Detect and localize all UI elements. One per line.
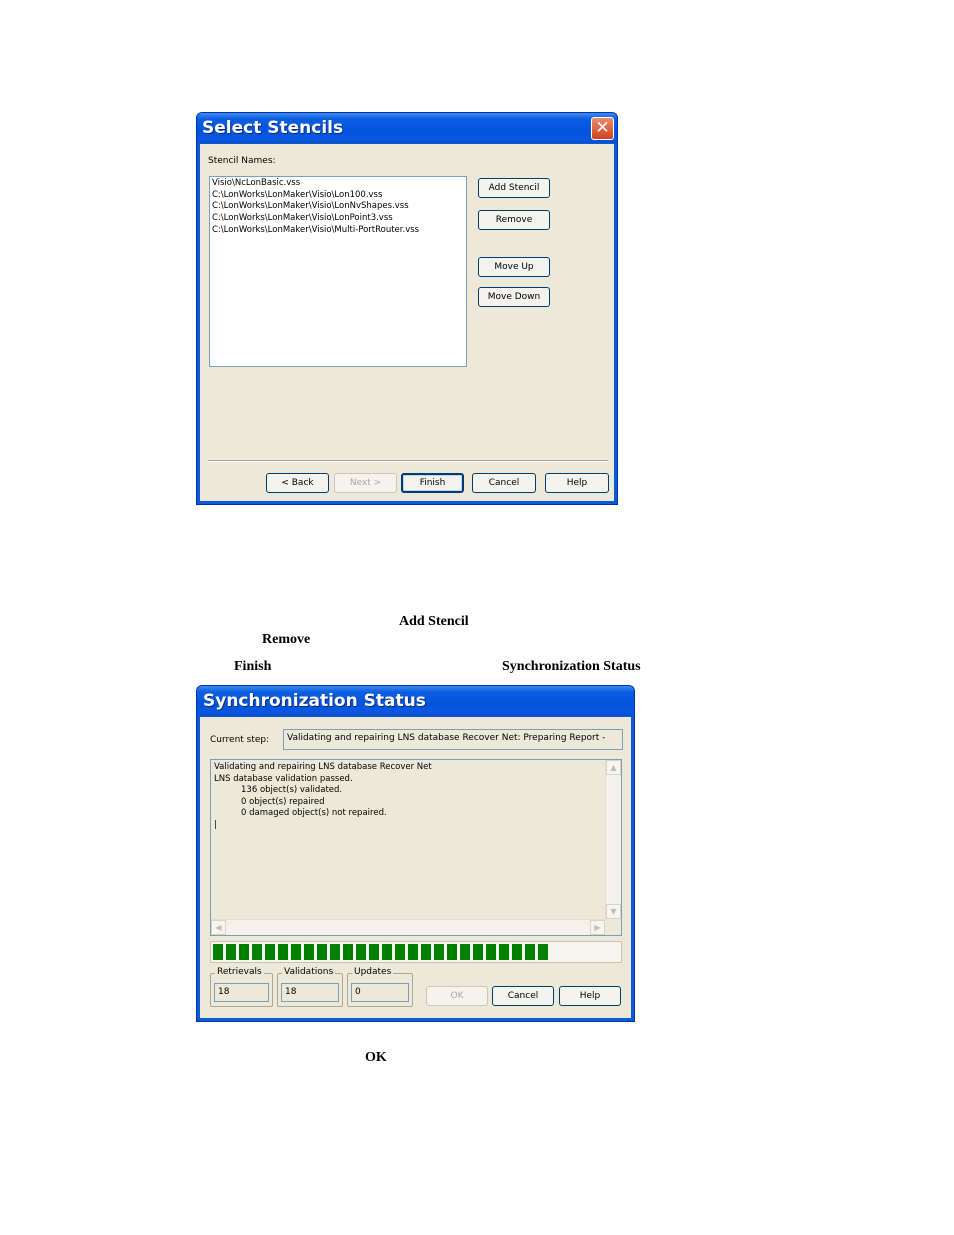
move-up-button[interactable]: Move Up bbox=[478, 257, 550, 277]
progress-block bbox=[252, 944, 262, 960]
current-step-label: Current step: bbox=[210, 735, 270, 745]
validations-value: 18 bbox=[281, 983, 339, 1002]
progress-block bbox=[382, 944, 392, 960]
updates-label: Updates bbox=[352, 967, 394, 977]
retrievals-group: Retrievals 18 bbox=[210, 967, 273, 1007]
list-item[interactable]: Visio\NcLonBasic.vss bbox=[212, 178, 464, 190]
progress-block bbox=[343, 944, 353, 960]
stencil-names-label: Stencil Names: bbox=[208, 156, 276, 166]
scroll-right-icon[interactable]: ▶ bbox=[590, 920, 605, 935]
dialog-body: Current step: Validating and repairing L… bbox=[200, 717, 631, 1018]
close-icon[interactable]: ✕ bbox=[591, 117, 614, 140]
progress-block bbox=[473, 944, 483, 960]
doc-remove: Remove bbox=[262, 632, 311, 647]
progress-block bbox=[525, 944, 535, 960]
list-item[interactable]: C:\LonWorks\LonMaker\Visio\LonPoint3.vss bbox=[212, 213, 464, 225]
next-button[interactable]: Next > bbox=[334, 473, 397, 493]
vertical-scrollbar[interactable]: ▲ ▼ bbox=[605, 760, 621, 919]
scroll-corner bbox=[605, 919, 621, 935]
doc-finish: Finish bbox=[234, 659, 272, 674]
progress-block bbox=[304, 944, 314, 960]
title-bar[interactable]: Synchronization Status bbox=[197, 686, 634, 716]
validations-group: Validations 18 bbox=[277, 967, 343, 1007]
dialog-title: Select Stencils bbox=[202, 118, 344, 138]
progress-block bbox=[499, 944, 509, 960]
progress-block bbox=[213, 944, 223, 960]
add-stencil-button[interactable]: Add Stencil bbox=[478, 178, 550, 198]
synchronization-status-dialog: Synchronization Status Current step: Val… bbox=[196, 685, 635, 1022]
stencil-list[interactable]: Visio\NcLonBasic.vss C:\LonWorks\LonMake… bbox=[209, 176, 467, 367]
finish-button[interactable]: Finish bbox=[401, 473, 464, 493]
doc-add-stencil: Add Stencil bbox=[399, 614, 469, 629]
progress-block bbox=[330, 944, 340, 960]
remove-button[interactable]: Remove bbox=[478, 210, 550, 230]
retrievals-value: 18 bbox=[214, 983, 269, 1002]
progress-block bbox=[317, 944, 327, 960]
scroll-down-icon[interactable]: ▼ bbox=[606, 904, 621, 919]
help-button[interactable]: Help bbox=[559, 986, 621, 1006]
ok-button[interactable]: OK bbox=[426, 986, 488, 1006]
current-step-field: Validating and repairing LNS database Re… bbox=[283, 729, 623, 750]
progress-block bbox=[512, 944, 522, 960]
dialog-title: Synchronization Status bbox=[203, 691, 426, 711]
list-item[interactable]: C:\LonWorks\LonMaker\Visio\Lon100.vss bbox=[212, 190, 464, 202]
scroll-left-icon[interactable]: ◀ bbox=[211, 920, 226, 935]
progress-block bbox=[421, 944, 431, 960]
log-textarea[interactable]: Validating and repairing LNS database Re… bbox=[210, 759, 622, 936]
progress-block bbox=[356, 944, 366, 960]
progress-block bbox=[434, 944, 444, 960]
dialog-body: Stencil Names: Visio\NcLonBasic.vss C:\L… bbox=[200, 144, 614, 501]
list-item[interactable]: C:\LonWorks\LonMaker\Visio\Multi-PortRou… bbox=[212, 225, 464, 237]
progress-block bbox=[460, 944, 470, 960]
progress-block bbox=[278, 944, 288, 960]
progress-bar bbox=[210, 941, 622, 963]
list-item[interactable]: C:\LonWorks\LonMaker\Visio\LonNvShapes.v… bbox=[212, 201, 464, 213]
select-stencils-dialog: Select Stencils ✕ Stencil Names: Visio\N… bbox=[196, 112, 618, 505]
log-text: Validating and repairing LNS database Re… bbox=[214, 762, 432, 830]
progress-fill bbox=[213, 944, 548, 960]
cancel-button[interactable]: Cancel bbox=[472, 473, 536, 493]
horizontal-scrollbar[interactable]: ◀ ▶ bbox=[211, 919, 605, 935]
doc-synchronization-status: Synchronization Status bbox=[502, 659, 641, 674]
progress-block bbox=[265, 944, 275, 960]
progress-block bbox=[369, 944, 379, 960]
progress-block bbox=[239, 944, 249, 960]
progress-block bbox=[486, 944, 496, 960]
progress-block bbox=[408, 944, 418, 960]
separator bbox=[208, 460, 608, 462]
progress-block bbox=[395, 944, 405, 960]
cancel-button[interactable]: Cancel bbox=[492, 986, 554, 1006]
progress-block bbox=[447, 944, 457, 960]
move-down-button[interactable]: Move Down bbox=[478, 287, 550, 307]
doc-ok: OK bbox=[365, 1050, 387, 1065]
retrievals-label: Retrievals bbox=[215, 967, 264, 977]
back-button[interactable]: < Back bbox=[266, 473, 329, 493]
progress-block bbox=[226, 944, 236, 960]
help-button[interactable]: Help bbox=[545, 473, 609, 493]
progress-block bbox=[291, 944, 301, 960]
updates-value: 0 bbox=[351, 983, 409, 1002]
validations-label: Validations bbox=[282, 967, 336, 977]
progress-block bbox=[538, 944, 548, 960]
title-bar[interactable]: Select Stencils ✕ bbox=[197, 113, 617, 143]
scroll-up-icon[interactable]: ▲ bbox=[606, 760, 621, 775]
updates-group: Updates 0 bbox=[347, 967, 413, 1007]
